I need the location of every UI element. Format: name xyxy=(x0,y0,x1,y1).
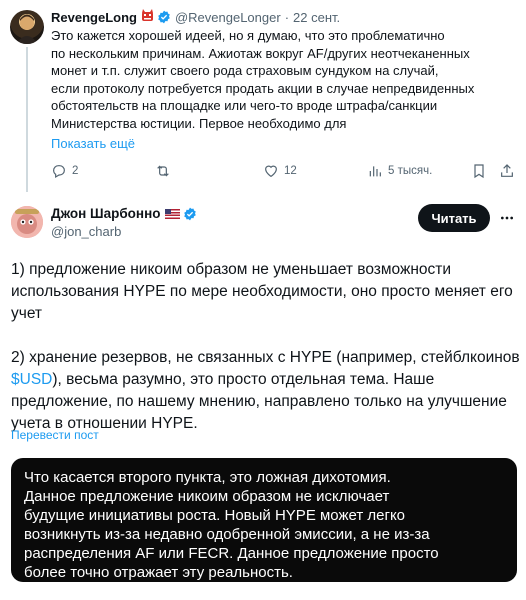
verified-badge-icon xyxy=(184,207,197,220)
share-button[interactable] xyxy=(499,163,515,179)
verified-badge-icon xyxy=(158,10,170,24)
bookmark-button[interactable] xyxy=(471,163,487,179)
like-button[interactable]: 12 xyxy=(263,163,297,179)
tweet-actions: 2 12 5 тысяч. xyxy=(51,163,516,183)
avatar-image-icon xyxy=(11,206,43,238)
tweet-main[interactable]: Джон Шарбонно @jon_charb Читать 1) предл… xyxy=(0,192,526,600)
tweet-header: Джон Шарбонно xyxy=(51,206,197,221)
bookmark-icon xyxy=(474,164,484,179)
paragraph-2: 2) хранение резервов, не связанных с HYP… xyxy=(11,347,521,435)
author-handle[interactable]: @RevengeLonger xyxy=(175,10,281,25)
like-count: 12 xyxy=(284,165,297,177)
author-name[interactable]: RevengeLong xyxy=(51,10,137,25)
reply-button[interactable]: 2 xyxy=(51,163,78,179)
author-handle[interactable]: @jon_charb xyxy=(51,224,121,239)
more-options-button[interactable] xyxy=(497,208,517,228)
demon-emoji-icon xyxy=(141,9,154,25)
avatar[interactable] xyxy=(10,10,44,44)
views-count: 5 тысяч. xyxy=(388,165,433,177)
tweet-text-line: обстоятельств на площадке или чего-то вр… xyxy=(51,98,438,113)
author-name[interactable]: Джон Шарбонно xyxy=(51,206,160,221)
tweet-text: Это кажется хорошей идеей, но я думаю, ч… xyxy=(51,27,521,132)
paragraph-2-start: 2) хранение резервов, не связанных с HYP… xyxy=(11,349,520,366)
separator-dot: · xyxy=(284,9,290,25)
tweet-header: RevengeLong @RevengeLonger · 22 сент. xyxy=(51,9,340,25)
translate-post-link[interactable]: Перевести пост xyxy=(11,428,99,442)
thread-connector-line xyxy=(26,47,28,192)
repost-button[interactable] xyxy=(155,163,176,179)
paragraph-1: 1) предложение никоим образом не уменьша… xyxy=(11,261,513,322)
tweet-text-line: монет и т.п. служит своего рода страховы… xyxy=(51,63,439,78)
heart-icon xyxy=(265,165,277,178)
views-chart-icon xyxy=(369,166,381,177)
avatar[interactable] xyxy=(11,206,43,238)
more-dots-icon xyxy=(501,216,513,220)
reply-icon xyxy=(53,165,65,179)
us-flag-icon xyxy=(165,208,181,219)
repost-icon xyxy=(157,165,169,177)
follow-button[interactable]: Читать xyxy=(418,204,490,232)
avatar-image-icon xyxy=(16,14,38,44)
tweet-text-line: Министерства юстиции. Первое необходимо … xyxy=(51,115,347,131)
cashtag-link[interactable]: $USD xyxy=(11,371,52,388)
share-icon xyxy=(501,164,513,177)
tweet-text-line: по нескольким причинам. Ажиотаж вокруг A… xyxy=(51,45,470,61)
reply-count: 2 xyxy=(72,165,79,177)
quoted-image-text: Что касается второго пункта, это ложная … xyxy=(24,469,439,581)
tweet-text-line: если протоколу потребуется продать акции… xyxy=(51,80,475,96)
views-button[interactable]: 5 тысяч. xyxy=(367,163,432,179)
quoted-image[interactable]: Что касается второго пункта, это ложная … xyxy=(11,458,517,582)
tweet-text: 1) предложение никоим образом не уменьша… xyxy=(11,259,521,435)
show-more-link[interactable]: Показать ещё xyxy=(51,136,135,151)
tweet-parent[interactable]: RevengeLong @RevengeLonger · 22 сент. Эт… xyxy=(0,0,526,192)
tweet-date[interactable]: 22 сент. xyxy=(293,10,340,25)
tweet-text-line: Это кажется хорошей идеей, но я думаю, ч… xyxy=(51,28,445,43)
paragraph-2-end: ), весьма разумно, это просто отдельная … xyxy=(11,371,507,432)
